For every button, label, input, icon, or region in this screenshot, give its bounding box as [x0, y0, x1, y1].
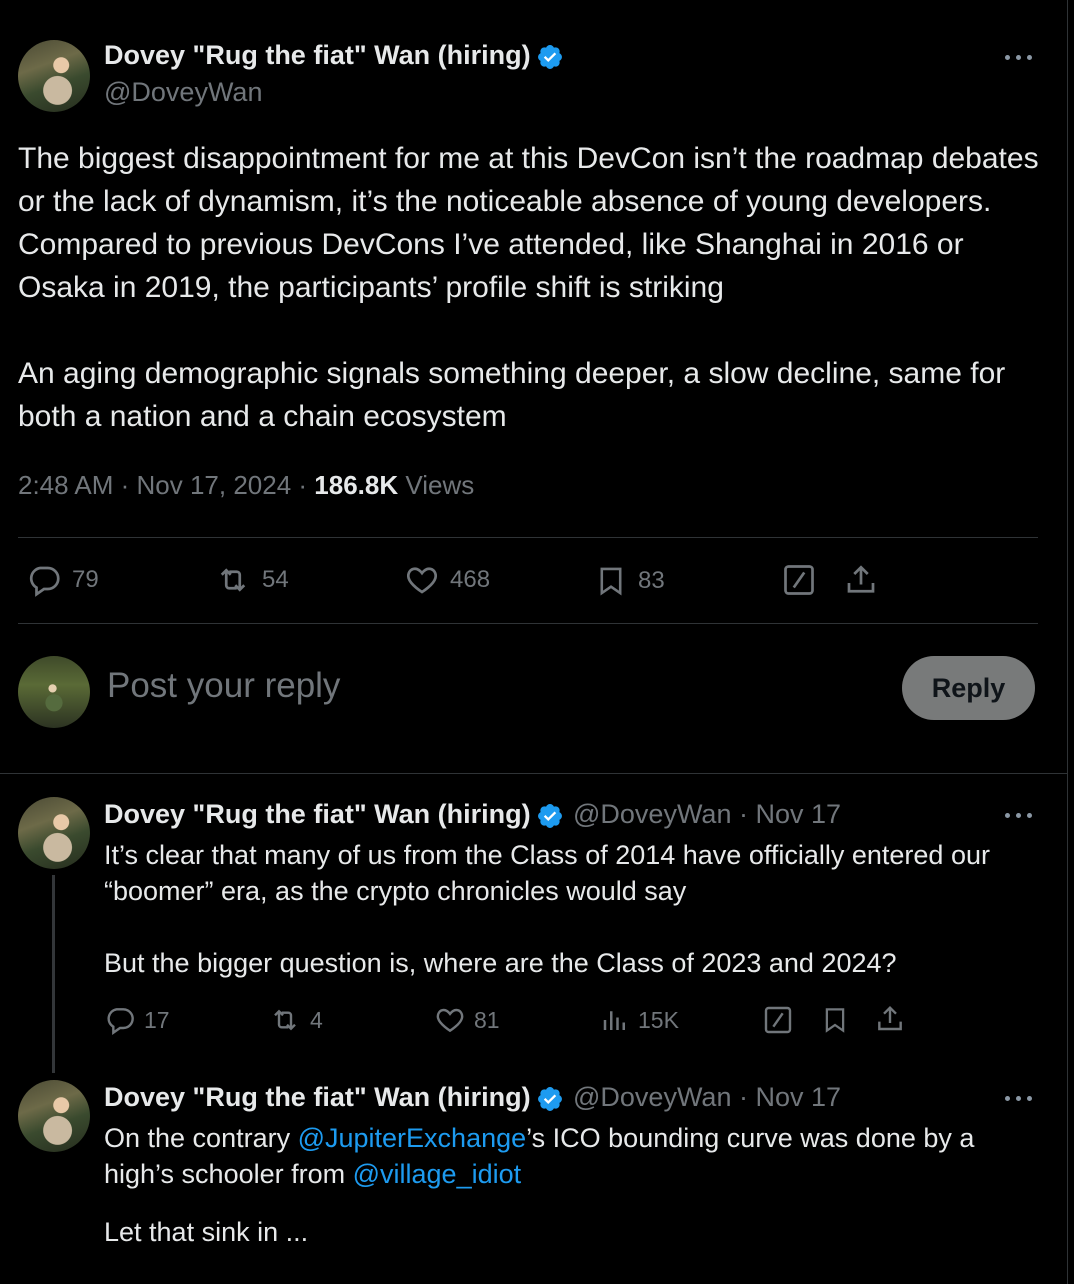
bookmark-icon — [825, 1008, 845, 1033]
share-button[interactable] — [874, 1003, 906, 1035]
more-icon[interactable] — [1005, 810, 1035, 820]
divider — [18, 537, 1038, 538]
verified-badge-icon — [538, 45, 562, 69]
views-label: Views — [405, 470, 475, 500]
views-count: 186.8K — [314, 470, 399, 500]
share-button[interactable] — [843, 562, 879, 598]
tweet-meta: 2:48 AM · Nov 17, 2024 · 186.8K Views — [18, 470, 475, 500]
reply-paragraph: Let that sink in ... — [104, 1217, 309, 1247]
like-button[interactable]: 81 — [434, 1004, 500, 1036]
more-icon[interactable] — [1005, 1093, 1035, 1103]
bookmark-count: 83 — [638, 567, 665, 594]
scroll-edge — [1067, 0, 1068, 1284]
verified-badge-icon — [538, 804, 562, 828]
views-icon — [603, 1011, 625, 1030]
reply-paragraph: But the bigger question is, where are th… — [104, 948, 897, 978]
reply-button[interactable]: 79 — [26, 562, 99, 598]
repost-button[interactable]: 54 — [214, 562, 289, 598]
reply-handle-date[interactable]: @DoveyWan · Nov 17 — [573, 1082, 841, 1113]
bookmark-icon — [600, 567, 622, 596]
reply-body: It’s clear that many of us from the Clas… — [104, 837, 1034, 981]
grok-icon — [764, 1006, 792, 1034]
repost-button[interactable]: 4 — [268, 1004, 323, 1036]
grok-button[interactable] — [781, 562, 817, 598]
reply-count: 79 — [72, 566, 99, 593]
like-count: 468 — [450, 566, 491, 593]
like-count: 81 — [474, 1006, 500, 1033]
reply-author-name[interactable]: Dovey "Rug the fiat" Wan (hiring) — [104, 1082, 531, 1113]
reply-text-segment: On the contrary — [104, 1123, 298, 1153]
reply-author-avatar[interactable] — [18, 797, 90, 869]
tweet-date[interactable]: Nov 17, 2024 — [137, 470, 292, 500]
divider — [18, 623, 1038, 624]
current-user-avatar[interactable] — [18, 656, 90, 728]
views-button[interactable]: 15K — [600, 1004, 679, 1036]
reply-icon — [107, 1008, 134, 1035]
bookmark-button[interactable] — [820, 1003, 850, 1037]
reply-author-name[interactable]: Dovey "Rug the fiat" Wan (hiring) — [104, 799, 531, 830]
bookmark-button[interactable]: 83 — [594, 562, 665, 600]
like-button[interactable]: 468 — [404, 562, 490, 598]
tweet-paragraph: The biggest disappointment for me at thi… — [18, 142, 1047, 304]
tweet-body: The biggest disappointment for me at thi… — [18, 137, 1048, 438]
reply-body: On the contrary @JupiterExchange’s ICO b… — [104, 1120, 1034, 1250]
mention-link[interactable]: @village_idiot — [353, 1159, 522, 1189]
repost-count: 54 — [262, 566, 289, 593]
views-count: 15K — [638, 1006, 679, 1033]
repost-icon — [274, 1009, 296, 1031]
like-icon — [406, 567, 438, 594]
reply-paragraph: On the contrary @JupiterExchange’s ICO b… — [104, 1120, 1034, 1192]
reply-input[interactable]: Post your reply — [107, 666, 340, 706]
grok-icon — [784, 565, 814, 595]
like-icon — [436, 1008, 464, 1033]
author-avatar[interactable] — [18, 40, 90, 112]
reply-submit-button[interactable]: Reply — [902, 656, 1035, 720]
reply-paragraph: It’s clear that many of us from the Clas… — [104, 840, 998, 906]
reply-author-avatar[interactable] — [18, 1080, 90, 1152]
thread-line — [52, 875, 55, 1073]
repost-icon — [220, 568, 246, 592]
reply-handle-date[interactable]: @DoveyWan · Nov 17 — [573, 799, 841, 830]
mention-link[interactable]: @JupiterExchange — [298, 1123, 527, 1153]
author-handle[interactable]: @DoveyWan — [104, 77, 262, 108]
tweet-paragraph: An aging demographic signals something d… — [18, 357, 1014, 433]
divider — [0, 773, 1068, 774]
reply-icon — [29, 566, 60, 597]
repost-count: 4 — [310, 1006, 323, 1033]
grok-button[interactable] — [762, 1004, 794, 1036]
reply-button[interactable]: 17 — [104, 1004, 170, 1036]
tweet-time[interactable]: 2:48 AM — [18, 470, 113, 500]
share-icon — [847, 565, 875, 593]
more-icon[interactable] — [1005, 52, 1035, 62]
verified-badge-icon — [538, 1087, 562, 1111]
author-name[interactable]: Dovey "Rug the fiat" Wan (hiring) — [104, 40, 531, 71]
share-icon — [878, 1005, 902, 1031]
reply-count: 17 — [144, 1006, 170, 1033]
